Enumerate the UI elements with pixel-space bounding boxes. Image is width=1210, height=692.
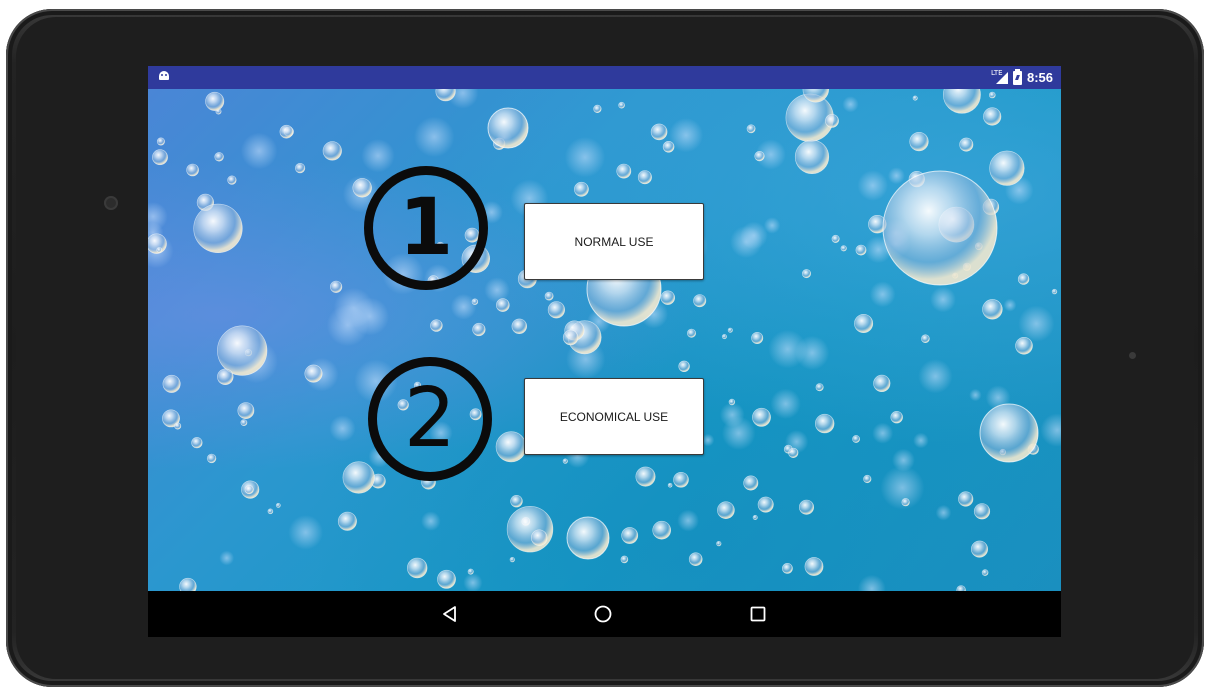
home-icon <box>594 605 612 623</box>
home-button[interactable] <box>573 591 633 637</box>
status-bar: LTE 8:56 <box>148 66 1061 89</box>
step-number-1: 1 <box>364 166 488 290</box>
navigation-bar <box>148 591 1061 637</box>
device-screen: LTE 8:56 1 NORMAL USE 2 ECONOMICAL USE <box>148 66 1061 637</box>
status-icons: LTE 8:56 <box>991 66 1053 89</box>
economical-use-button[interactable]: ECONOMICAL USE <box>524 378 704 455</box>
lte-signal-icon: LTE <box>991 69 1008 84</box>
back-button[interactable] <box>420 591 480 637</box>
app-content: 1 NORMAL USE 2 ECONOMICAL USE <box>148 89 1061 591</box>
clock: 8:56 <box>1026 70 1053 85</box>
normal-use-button[interactable]: NORMAL USE <box>524 203 704 280</box>
battery-charging-icon <box>1012 68 1022 85</box>
recents-icon <box>750 606 766 622</box>
bubbles-background-image <box>148 89 1061 591</box>
front-camera <box>104 196 118 210</box>
android-icon <box>159 71 169 80</box>
recents-button[interactable] <box>728 591 788 637</box>
back-icon <box>443 606 456 622</box>
proximity-sensor <box>1129 352 1136 359</box>
step-number-2: 2 <box>368 357 492 481</box>
